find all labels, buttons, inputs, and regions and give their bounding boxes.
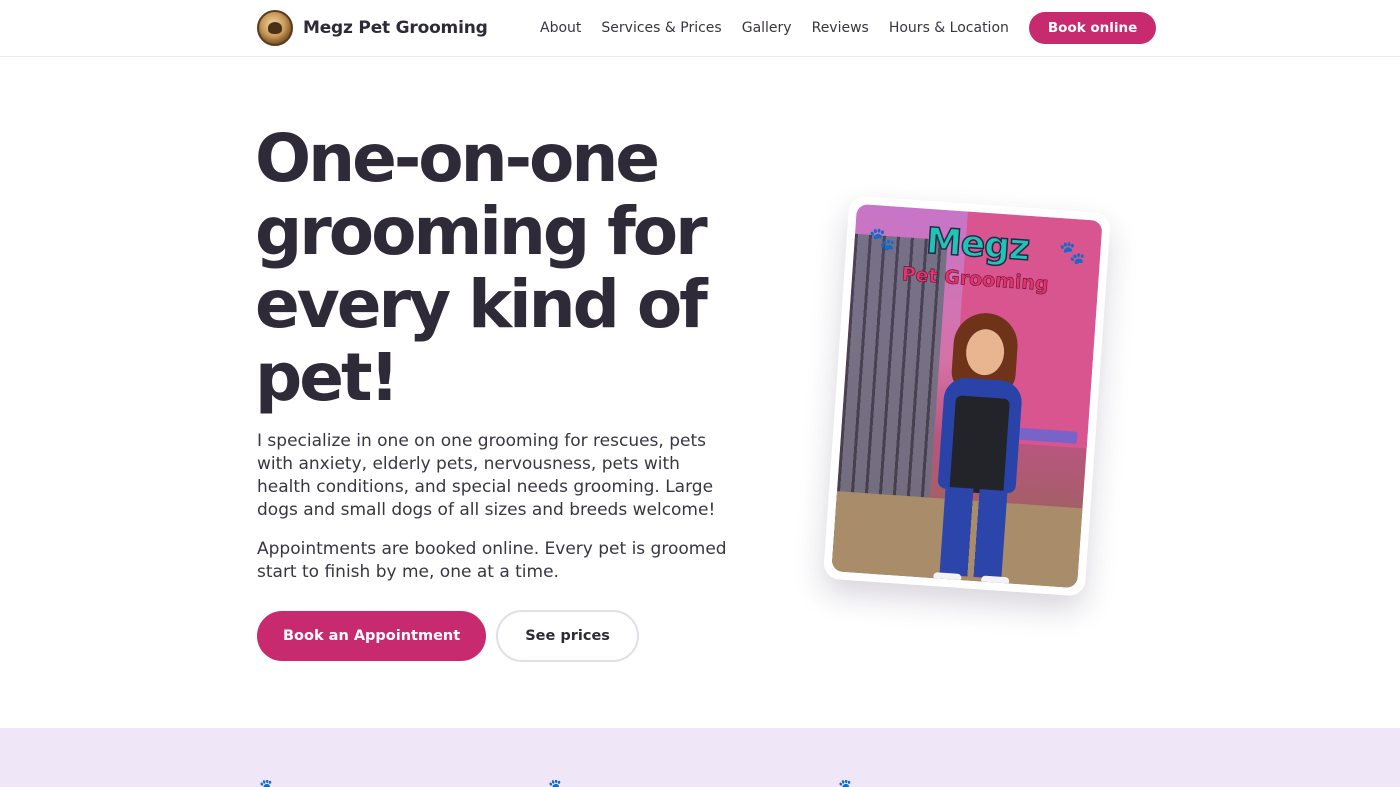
groomer-illustration: 🐾 🐾 Megz Pet Grooming (831, 203, 1103, 589)
hero-paragraph-booking: Appointments are booked online. Every pe… (257, 539, 727, 582)
hero-title: One-on-one grooming for every kind of pe… (255, 120, 708, 416)
groomer-figure (923, 310, 1034, 586)
see-prices-button[interactable]: See prices (496, 610, 639, 662)
hero-copy: I specialize in one on one grooming for … (257, 430, 732, 600)
groomer-legs (939, 486, 1008, 579)
site-header: Megz Pet Grooming About Services & Price… (0, 0, 1400, 57)
paw-print-icon: 🐾 (838, 780, 860, 787)
brand-link[interactable]: Megz Pet Grooming (257, 10, 488, 46)
nav-about[interactable]: About (540, 20, 581, 36)
brand-name: Megz Pet Grooming (303, 18, 488, 38)
hero-paragraph-specialties: I specialize in one on one grooming for … (257, 431, 716, 520)
groomer-apron (949, 395, 1010, 495)
book-appointment-button[interactable]: Book an Appointment (257, 611, 487, 661)
main-nav: About Services & Prices Gallery Reviews … (540, 12, 1157, 44)
hero-cta-row: Book an Appointment See prices (257, 610, 639, 662)
nav-reviews[interactable]: Reviews (812, 20, 869, 36)
shop-logo-icon (257, 10, 293, 46)
nav-gallery[interactable]: Gallery (742, 20, 792, 36)
hero-illustration-card: 🐾 🐾 Megz Pet Grooming (822, 195, 1112, 597)
features-section: 🐾 🐾 🐾 (0, 728, 1400, 787)
nav-hours-location[interactable]: Hours & Location (889, 20, 1009, 36)
paw-print-icon: 🐾 (259, 780, 281, 787)
nav-services-prices[interactable]: Services & Prices (601, 20, 721, 36)
paw-print-icon: 🐾 (548, 780, 570, 787)
book-online-button[interactable]: Book online (1028, 12, 1157, 44)
groomer-shoe (980, 575, 1010, 586)
groomer-shoe (933, 572, 962, 583)
